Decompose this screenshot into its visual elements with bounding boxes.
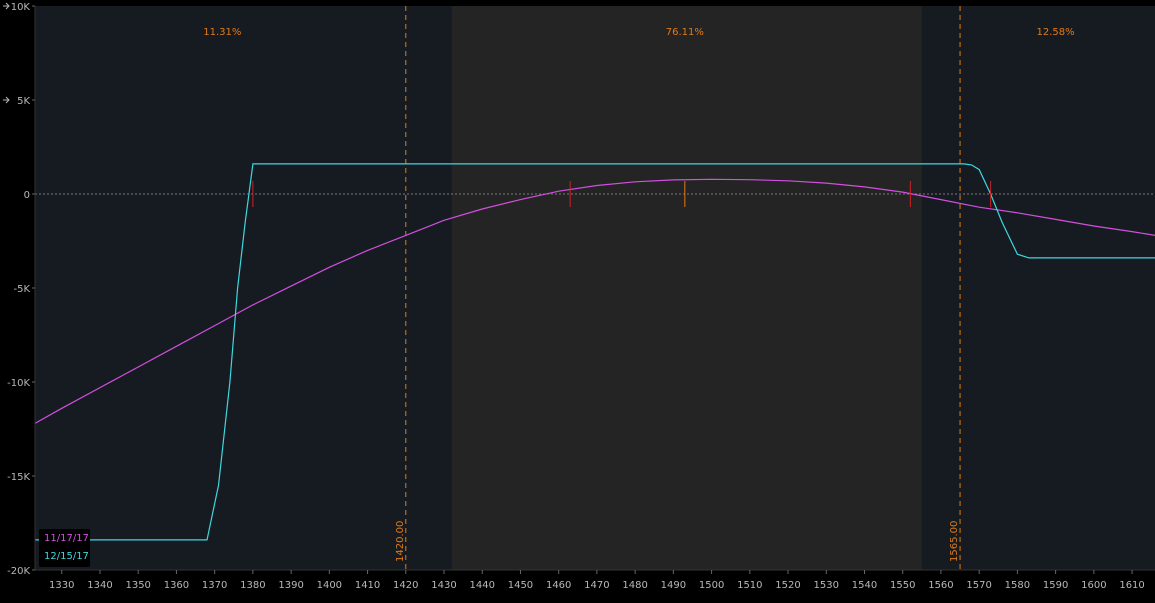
- y-tick-label-6: -20K: [7, 566, 30, 577]
- x-tick-label-4: 1370: [202, 580, 227, 591]
- x-tick-label-10: 1430: [431, 580, 456, 591]
- x-tick-label-0: 1330: [49, 580, 74, 591]
- x-tick-label-15: 1480: [622, 580, 647, 591]
- x-tick-label-22: 1550: [890, 580, 915, 591]
- y-marker-arrow-0: [3, 2, 10, 10]
- x-tick-label-24: 1570: [966, 580, 991, 591]
- y-tick-label-2: 0: [24, 190, 30, 201]
- y-marker-arrow-1: [3, 96, 10, 104]
- x-tick-label-5: 1380: [240, 580, 265, 591]
- risk-profile-chart: 1420.00 1565.00 11.31% 76.11% 12.58% 10K 5K 0 -5…: [3, 2, 1155, 591]
- x-tick-label-19: 1520: [775, 580, 800, 591]
- zone-label-0: 11.31%: [203, 27, 241, 38]
- y-tick-label-3: -5K: [13, 284, 30, 295]
- x-tick-label-25: 1580: [1005, 580, 1030, 591]
- x-tick-label-2: 1350: [125, 580, 150, 591]
- x-tick-label-1: 1340: [87, 580, 112, 591]
- x-tick-label-26: 1590: [1043, 580, 1068, 591]
- zone-label-1: 76.11%: [666, 27, 704, 38]
- x-tick-label-16: 1490: [661, 580, 686, 591]
- x-tick-label-27: 1600: [1081, 580, 1106, 591]
- x-tick-label-20: 1530: [814, 580, 839, 591]
- x-tick-label-6: 1390: [278, 580, 303, 591]
- x-tick-label-14: 1470: [584, 580, 609, 591]
- x-tick-label-21: 1540: [852, 580, 877, 591]
- legend-item-1215: 12/15/17: [44, 551, 89, 562]
- x-tick-label-23: 1560: [928, 580, 953, 591]
- zone-label-2: 12.58%: [1037, 27, 1075, 38]
- y-tick-label-4: -10K: [7, 378, 30, 389]
- y-tick-label-1: 5K: [17, 96, 30, 107]
- shaded-range: [451, 6, 922, 570]
- x-tick-label-11: 1440: [470, 580, 495, 591]
- y-tick-label-5: -15K: [7, 472, 30, 483]
- legend-item-1117: 11/17/17: [44, 533, 89, 544]
- x-tick-label-13: 1460: [546, 580, 571, 591]
- x-tick-label-17: 1500: [699, 580, 724, 591]
- x-tick-label-28: 1610: [1119, 580, 1144, 591]
- vertical-line-label-0: 1420.00: [395, 521, 406, 562]
- x-tick-label-18: 1510: [737, 580, 762, 591]
- x-tick-label-8: 1410: [355, 580, 380, 591]
- chart-container: 1420.00 1565.00 11.31% 76.11% 12.58% 10K 5K 0 -5…: [0, 0, 1155, 599]
- x-tick-label-7: 1400: [317, 580, 342, 591]
- legend: 11/17/17 12/15/17: [39, 529, 90, 567]
- x-tick-label-9: 1420: [393, 580, 418, 591]
- vertical-line-label-1: 1565.00: [949, 521, 960, 562]
- x-tick-label-12: 1450: [508, 580, 533, 591]
- x-tick-label-3: 1360: [164, 580, 189, 591]
- y-tick-label-0: 10K: [11, 2, 31, 13]
